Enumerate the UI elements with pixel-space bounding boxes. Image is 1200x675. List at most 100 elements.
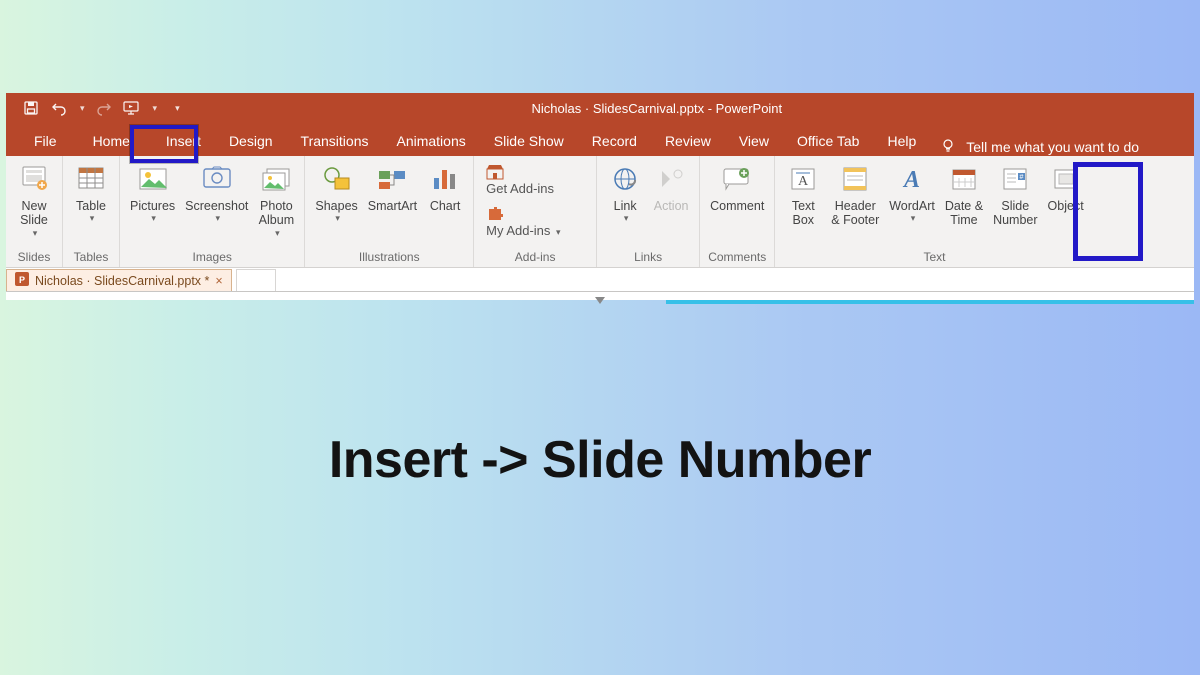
svg-text:A: A — [902, 167, 920, 192]
chevron-down-icon: ▾ — [149, 213, 156, 223]
header-footer-icon — [838, 162, 872, 196]
smartart-button[interactable]: SmartArt — [364, 160, 421, 213]
slide-number-button[interactable]: # Slide Number — [989, 160, 1041, 228]
undo-icon[interactable] — [50, 99, 68, 117]
pictures-label: Pictures — [130, 199, 175, 213]
screenshot-label: Screenshot — [185, 199, 248, 213]
chart-button[interactable]: Chart — [423, 160, 467, 213]
tab-insert[interactable]: Insert — [152, 127, 215, 156]
link-button[interactable]: Link ▾ — [603, 160, 647, 224]
date-time-label: Date & Time — [945, 199, 983, 228]
shapes-label: Shapes — [315, 199, 357, 213]
tab-office-tab[interactable]: Office Tab — [783, 127, 874, 156]
slide-number-icon: # — [998, 162, 1032, 196]
new-slide-label: New Slide — [20, 199, 48, 228]
group-illustrations: Shapes ▾ SmartArt Chart Illustrations — [305, 156, 474, 267]
text-box-button[interactable]: A Text Box — [781, 160, 825, 228]
group-tables-label: Tables — [69, 248, 113, 267]
comment-icon — [720, 162, 754, 196]
instruction-text: Insert -> Slide Number — [0, 430, 1200, 490]
tab-view[interactable]: View — [725, 127, 783, 156]
text-box-icon: A — [786, 162, 820, 196]
quick-access-toolbar: ▾ ▾ ▾ — [6, 99, 180, 117]
tab-transitions[interactable]: Transitions — [287, 127, 383, 156]
object-label: Object — [1048, 199, 1084, 213]
chevron-down-icon: ▾ — [622, 213, 629, 223]
tab-file[interactable]: File — [20, 127, 71, 156]
table-icon — [74, 162, 108, 196]
group-links: Link ▾ Action Links — [597, 156, 700, 267]
presentation-dropdown-icon[interactable]: ▾ — [151, 103, 158, 114]
header-footer-button[interactable]: Header & Footer — [827, 160, 883, 228]
screenshot-icon — [200, 162, 234, 196]
group-links-label: Links — [603, 248, 693, 267]
my-addins-button[interactable]: My Add-ins ▾ — [480, 202, 590, 241]
get-addins-label: Get Add-ins — [486, 181, 554, 196]
table-label: Table — [76, 199, 106, 213]
comment-label: Comment — [710, 199, 764, 213]
header-footer-label: Header & Footer — [831, 199, 879, 228]
slide-number-label: Slide Number — [993, 199, 1037, 228]
tab-design[interactable]: Design — [215, 127, 287, 156]
group-text: A Text Box Header & Footer A WordArt ▾ — [775, 156, 1093, 267]
shapes-button[interactable]: Shapes ▾ — [311, 160, 361, 224]
svg-text:P: P — [19, 275, 25, 285]
tab-review[interactable]: Review — [651, 127, 725, 156]
wordart-label: WordArt — [889, 199, 935, 213]
tab-help[interactable]: Help — [873, 127, 930, 156]
link-label: Link — [614, 199, 637, 213]
chevron-down-icon: ▾ — [214, 213, 221, 223]
table-button[interactable]: Table ▾ — [69, 160, 113, 224]
photo-album-button[interactable]: Photo Album ▾ — [254, 160, 298, 238]
link-icon — [608, 162, 642, 196]
title-bar: ▾ ▾ ▾ Nicholas · SlidesCarnival.pptx - P… — [6, 93, 1194, 123]
group-slides: New Slide ▾ Slides — [6, 156, 63, 267]
group-comments-label: Comments — [706, 248, 768, 267]
chevron-down-icon: ▾ — [88, 213, 95, 223]
get-addins-button[interactable]: Get Add-ins — [480, 160, 590, 199]
group-images: Pictures ▾ Screenshot ▾ Photo Album ▾ — [120, 156, 305, 267]
tab-home[interactable]: Home — [71, 127, 152, 156]
chart-label: Chart — [430, 199, 461, 213]
smartart-label: SmartArt — [368, 199, 417, 213]
qat-customize-icon[interactable]: ▾ — [167, 103, 180, 114]
pictures-button[interactable]: Pictures ▾ — [126, 160, 179, 224]
photo-album-icon — [259, 162, 293, 196]
object-button[interactable]: Object — [1044, 160, 1088, 213]
my-addins-label: My Add-ins — [486, 223, 550, 238]
document-tab[interactable]: P Nicholas · SlidesCarnival.pptx * × — [6, 269, 232, 291]
addin-icon — [486, 205, 504, 223]
group-addins: Get Add-ins My Add-ins ▾ Add-ins — [474, 156, 597, 267]
group-comments: Comment Comments — [700, 156, 775, 267]
window-title: Nicholas · SlidesCarnival.pptx - PowerPo… — [180, 101, 1194, 116]
new-slide-icon — [17, 162, 51, 196]
chevron-down-icon: ▾ — [909, 213, 916, 223]
photo-album-label: Photo Album — [259, 199, 294, 228]
wordart-button[interactable]: A WordArt ▾ — [885, 160, 939, 224]
save-icon[interactable] — [22, 99, 40, 117]
group-addins-label: Add-ins — [480, 248, 590, 267]
tab-slide-show[interactable]: Slide Show — [480, 127, 578, 156]
action-label: Action — [654, 199, 689, 213]
object-icon — [1049, 162, 1083, 196]
undo-dropdown-icon[interactable]: ▾ — [78, 103, 85, 114]
tab-animations[interactable]: Animations — [382, 127, 479, 156]
wordart-icon: A — [895, 162, 929, 196]
screenshot-button[interactable]: Screenshot ▾ — [181, 160, 252, 224]
tell-me-label: Tell me what you want to do — [966, 139, 1139, 155]
close-icon[interactable]: × — [215, 274, 222, 288]
svg-text:#: # — [1020, 174, 1024, 181]
start-presentation-icon[interactable] — [123, 99, 141, 117]
new-slide-button[interactable]: New Slide ▾ — [12, 160, 56, 238]
chevron-down-icon: ▾ — [273, 228, 280, 238]
redo-icon[interactable] — [95, 99, 113, 117]
ribbon-tabs: File Home Insert Design Transitions Anim… — [6, 123, 1194, 156]
tell-me-search[interactable]: Tell me what you want to do — [930, 137, 1139, 156]
lightbulb-icon — [940, 137, 956, 156]
group-tables: Table ▾ Tables — [63, 156, 120, 267]
comment-button[interactable]: Comment — [706, 160, 768, 213]
date-time-button[interactable]: Date & Time — [941, 160, 987, 228]
document-tab-bar: P Nicholas · SlidesCarnival.pptx * × — [6, 268, 1194, 292]
new-document-tab[interactable] — [236, 269, 276, 291]
tab-record[interactable]: Record — [578, 127, 651, 156]
